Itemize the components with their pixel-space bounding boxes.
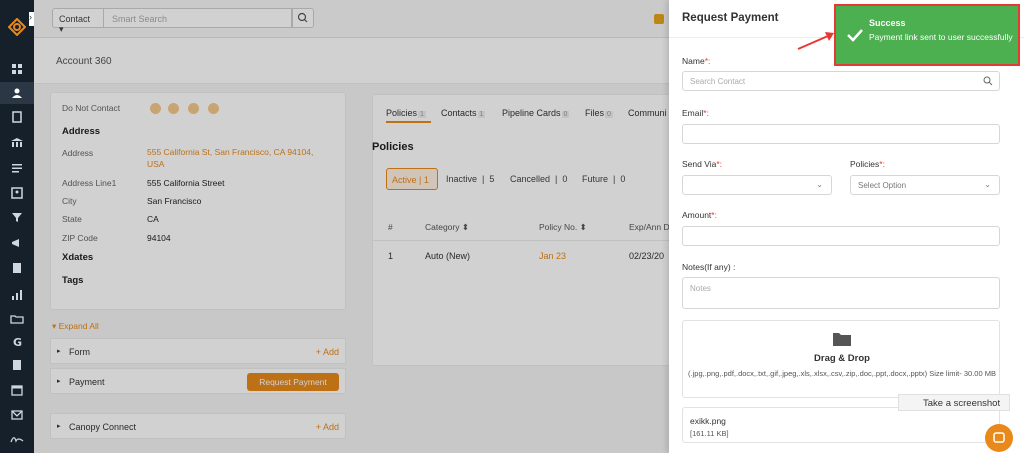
policies-field-label: Policies*:	[850, 159, 885, 169]
screenshot-tooltip: Take a screenshot	[898, 394, 1010, 411]
filter-icon[interactable]	[10, 210, 24, 224]
name-field-label: Name*:	[682, 56, 710, 66]
amount-input[interactable]	[682, 226, 1000, 246]
book-icon[interactable]	[10, 358, 24, 372]
search-contact-placeholder: Search Contact	[690, 77, 746, 86]
success-toast[interactable]: Success Payment link sent to user succes…	[834, 4, 1020, 66]
notes-placeholder: Notes	[690, 284, 711, 293]
modal-backdrop[interactable]	[34, 0, 669, 453]
chat-widget-button[interactable]	[985, 424, 1013, 452]
megaphone-icon[interactable]	[10, 236, 24, 250]
google-icon[interactable]: G	[10, 335, 24, 349]
request-payment-drawer: Request Payment Name*: Search Contact Em…	[669, 0, 1024, 453]
drawer-title: Request Payment	[682, 12, 779, 24]
uploaded-file-size: [161.11 KB]	[690, 429, 729, 438]
notes-field-label: Notes(If any) :	[682, 262, 736, 272]
name-label-text: Name	[682, 56, 705, 66]
required-mark: *:	[703, 108, 709, 118]
dashboard-icon[interactable]	[10, 62, 24, 76]
dropzone-title: Drag & Drop	[814, 353, 870, 364]
documents-icon[interactable]	[10, 110, 24, 124]
list-icon[interactable]	[10, 161, 24, 175]
file-dropzone[interactable]: Drag & Drop (.jpg,.png,.pdf,.docx,.txt,.…	[682, 320, 1000, 398]
uploaded-file: exikk.png [161.11 KB]	[682, 407, 1000, 443]
search-icon	[983, 76, 993, 86]
profile-card-icon[interactable]	[10, 186, 24, 200]
policies-select[interactable]: Select Option ⌄	[850, 175, 1000, 195]
send-via-select[interactable]: ⌄	[682, 175, 832, 195]
amount-field-label: Amount*:	[682, 210, 717, 220]
email-input[interactable]	[682, 124, 1000, 144]
amount-label-text: Amount	[682, 210, 712, 220]
annotation-arrow	[797, 32, 834, 50]
search-contact-input[interactable]: Search Contact	[682, 71, 1000, 91]
required-mark: *:	[704, 56, 711, 66]
send-via-label-text: Send Via	[682, 159, 717, 169]
chevron-down-icon: ⌄	[984, 180, 991, 189]
chevron-down-icon: ⌄	[816, 180, 823, 189]
mail-icon[interactable]	[10, 408, 24, 422]
calendar-icon[interactable]	[10, 383, 24, 397]
brand-logo	[8, 18, 26, 36]
signature-icon[interactable]	[10, 432, 24, 446]
uploaded-file-name: exikk.png	[690, 416, 726, 426]
required-mark: *:	[879, 159, 885, 169]
email-field-label: Email*:	[682, 108, 709, 118]
check-icon	[847, 29, 863, 42]
required-mark: *:	[716, 159, 723, 169]
folder-icon	[833, 333, 851, 346]
dropzone-allowed-types: (.jpg,.png,.pdf,.docx,.txt,.gif,.jpeg,.x…	[688, 369, 996, 378]
send-via-field-label: Send Via*:	[682, 159, 722, 169]
toast-message: Payment link sent to user successfully	[869, 32, 1013, 42]
chart-icon[interactable]	[10, 288, 24, 302]
sidebar: G	[0, 0, 34, 453]
toast-title: Success	[869, 18, 906, 28]
notes-icon[interactable]	[10, 261, 24, 275]
policies-placeholder: Select Option	[858, 181, 907, 190]
required-mark: *:	[711, 210, 717, 220]
folder-icon[interactable]	[10, 312, 24, 326]
email-label-text: Email	[682, 108, 704, 118]
bank-icon[interactable]	[10, 136, 24, 150]
chat-icon	[993, 432, 1005, 443]
contacts-icon[interactable]	[10, 86, 24, 100]
notes-textarea[interactable]: Notes	[682, 277, 1000, 309]
policies-label-text: Policies	[850, 159, 880, 169]
svg-text:G: G	[13, 336, 22, 349]
